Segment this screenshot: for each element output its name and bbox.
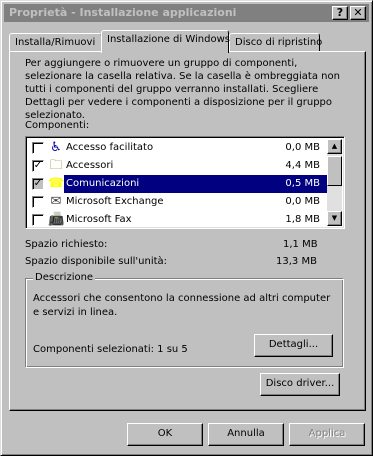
- cancel-button-label: Annulla: [227, 428, 265, 439]
- tab-label: Installazione di Windows: [107, 34, 230, 45]
- space-required-value: 1,1 MB: [283, 239, 318, 250]
- components-label: Componenti:: [25, 120, 90, 131]
- tab-label: Disco di ripristino: [235, 37, 323, 48]
- ok-button[interactable]: OK: [127, 423, 203, 446]
- details-button[interactable]: Dettagli...: [254, 334, 333, 357]
- details-button-label: Dettagli...: [268, 339, 319, 350]
- accessibility-icon: ♿: [50, 140, 62, 155]
- component-name: Microsoft Fax: [66, 214, 132, 225]
- scroll-thumb[interactable]: [327, 156, 342, 186]
- components-list[interactable]: ♿ Accesso facilitato 0,0 MB ✓ 🗀 Accessor…: [25, 136, 345, 229]
- list-scrollbar[interactable]: ▲ ▼: [327, 139, 342, 226]
- checkbox[interactable]: [32, 196, 44, 208]
- tab-label: Installa/Rimuovi: [15, 37, 96, 48]
- properties-dialog: Proprietà - Installazione applicazioni ?…: [0, 0, 373, 456]
- list-item[interactable]: 📠 Microsoft Fax 1,8 MB: [28, 211, 328, 228]
- close-icon: ✕: [353, 6, 363, 19]
- communications-icon: ☎: [48, 176, 65, 191]
- apply-button-label: Applica: [308, 428, 346, 439]
- component-size: 1,8 MB: [285, 214, 320, 225]
- component-size: 0,5 MB: [285, 178, 320, 189]
- title-bar[interactable]: Proprietà - Installazione applicazioni ?…: [4, 4, 369, 22]
- component-size: 0,0 MB: [285, 196, 320, 207]
- space-available-value: 13,3 MB: [276, 256, 317, 267]
- driver-disk-button-label: Disco driver...: [265, 378, 335, 389]
- list-item[interactable]: ✓ 🗀 Accessori 4,4 MB: [28, 157, 328, 175]
- driver-disk-button[interactable]: Disco driver...: [260, 373, 340, 396]
- intro-text: Per aggiungere o rimuovere un gruppo di …: [25, 58, 340, 121]
- space-available-label: Spazio disponibile sull'unità:: [25, 256, 168, 267]
- checkbox[interactable]: ✓: [32, 160, 44, 172]
- folder-icon: 🗀: [49, 158, 63, 173]
- window-title: Proprietà - Installazione applicazioni: [9, 6, 237, 19]
- fax-icon: 📠: [48, 212, 65, 227]
- ok-button-label: OK: [157, 428, 173, 439]
- component-name: Comunicazioni: [66, 178, 140, 189]
- component-name: Accesso facilitato: [66, 142, 154, 153]
- description-text: Accessori che consentono la connessione …: [33, 293, 331, 318]
- apply-button[interactable]: Applica: [289, 423, 365, 446]
- help-icon: ?: [336, 6, 344, 19]
- space-required-label: Spazio richiesto:: [25, 239, 108, 250]
- component-name: Accessori: [66, 160, 114, 171]
- cancel-button[interactable]: Annulla: [208, 423, 284, 446]
- selected-count: Componenti selezionati: 1 su 5: [33, 344, 188, 355]
- scroll-up-button[interactable]: ▲: [327, 139, 342, 154]
- check-icon: ✓: [33, 160, 43, 171]
- close-button[interactable]: ✕: [350, 6, 366, 20]
- checkbox[interactable]: [32, 214, 44, 226]
- checkbox[interactable]: [32, 142, 44, 154]
- list-item[interactable]: ✉ Microsoft Exchange 0,0 MB: [28, 193, 328, 211]
- tab-installa-rimuovi[interactable]: Installa/Rimuovi: [9, 33, 102, 51]
- checkbox[interactable]: ✓: [32, 178, 44, 190]
- tab-disco-ripristino[interactable]: Disco di ripristino: [229, 33, 323, 51]
- tab-installazione-windows[interactable]: Installazione di Windows: [101, 30, 230, 53]
- component-name: Microsoft Exchange: [66, 196, 164, 207]
- arrow-up-icon: ▲: [331, 142, 338, 150]
- component-size: 0,0 MB: [285, 142, 320, 153]
- exchange-icon: ✉: [50, 194, 62, 209]
- scroll-down-button[interactable]: ▼: [327, 211, 342, 226]
- component-size: 4,4 MB: [285, 160, 320, 171]
- list-item-selected[interactable]: ✓ ☎ Comunicazioni 0,5 MB: [28, 175, 328, 193]
- check-icon: ✓: [33, 178, 43, 189]
- arrow-down-icon: ▼: [331, 214, 338, 222]
- list-item[interactable]: ♿ Accesso facilitato 0,0 MB: [28, 139, 328, 157]
- description-legend: Descrizione: [33, 272, 96, 283]
- help-button[interactable]: ?: [332, 6, 348, 20]
